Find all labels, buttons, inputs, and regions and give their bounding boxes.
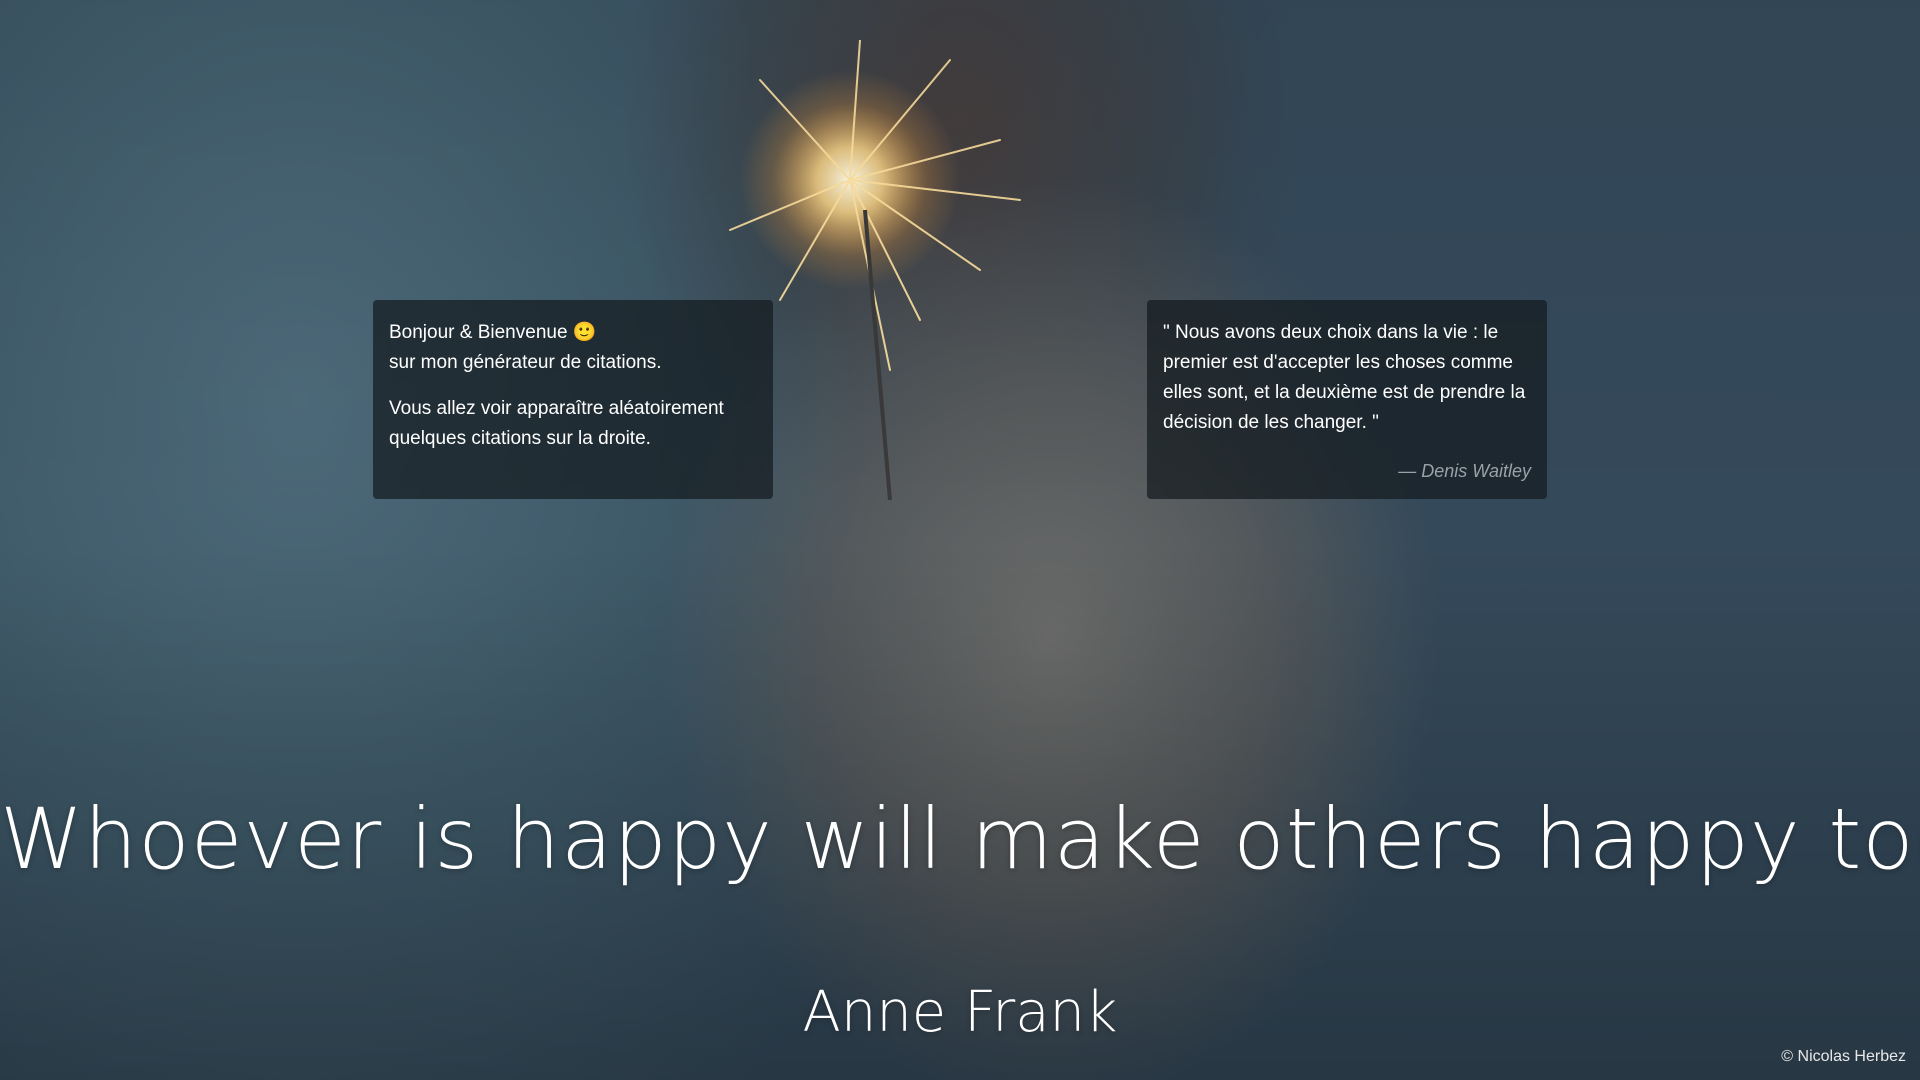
background-shade xyxy=(0,0,1920,1080)
main-quote-author: Anne Frank xyxy=(802,980,1118,1045)
welcome-card: Bonjour & Bienvenue 🙂 sur mon générateur… xyxy=(373,300,773,499)
main-quote-text: Whoever is happy will make others happy … xyxy=(0,790,1920,888)
copyright-notice: © Nicolas Herbez xyxy=(1781,1048,1906,1065)
smile-emoji-icon: 🙂 xyxy=(572,322,597,343)
quote-card: " Nous avons deux choix dans la vie : le… xyxy=(1147,300,1547,499)
welcome-line-2: sur mon générateur de citations. xyxy=(389,352,662,373)
quote-card-text: " Nous avons deux choix dans la vie : le… xyxy=(1163,322,1526,433)
welcome-line-1: Bonjour & Bienvenue 🙂 xyxy=(389,318,757,348)
quote-card-author: — Denis Waitley xyxy=(1398,461,1531,481)
welcome-paragraph: Vous allez voir apparaître aléatoirement… xyxy=(389,398,724,449)
welcome-greeting: Bonjour & Bienvenue xyxy=(389,322,568,343)
